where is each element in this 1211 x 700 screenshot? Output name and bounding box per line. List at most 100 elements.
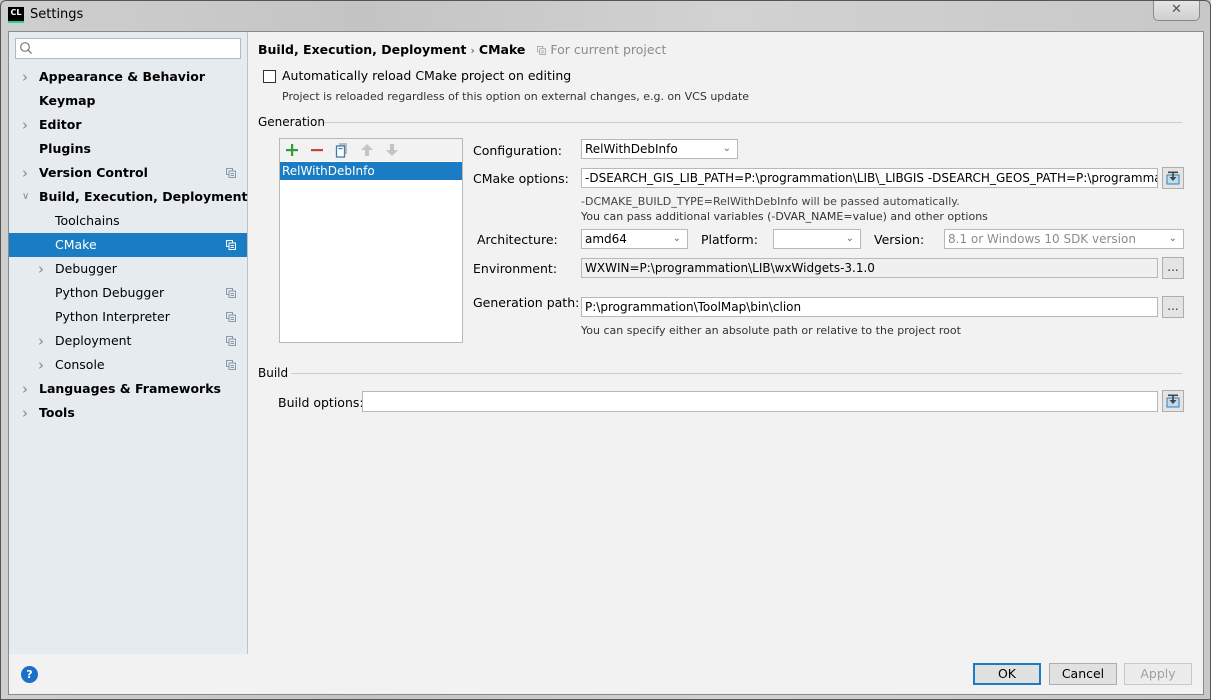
settings-window: CL Settings ✕ › Appearance & Behavior Keym… (0, 0, 1211, 700)
project-scope-note: For current project (537, 42, 666, 57)
platform-dropdown[interactable]: ⌄ (773, 229, 861, 249)
cmake-settings-panel: Build, Execution, Deployment › CMake For c… (248, 32, 1203, 654)
sidebar-item-label: Debugger (55, 261, 117, 276)
sidebar-item-version-control[interactable]: › Version Control (9, 161, 247, 185)
sidebar-item-appearance-behavior[interactable]: › Appearance & Behavior (9, 65, 247, 89)
chevron-right-icon[interactable]: › (22, 377, 32, 401)
architecture-dropdown[interactable]: amd64 ⌄ (581, 229, 688, 249)
chevron-right-icon[interactable]: › (22, 65, 32, 89)
project-scope-icon (537, 46, 547, 55)
cmake-variables-hint: You can pass additional variables (-DVAR… (581, 210, 988, 223)
chevron-down-icon: ⌄ (845, 233, 854, 244)
sidebar-item-label: Python Interpreter (55, 309, 170, 324)
environment-browse-button[interactable]: ... (1162, 257, 1184, 279)
project-scope-icon (226, 288, 236, 298)
breadcrumb-parent: Build, Execution, Deployment (258, 42, 467, 57)
sidebar-item-toolchains[interactable]: Toolchains (9, 209, 247, 233)
project-scope-icon (226, 240, 236, 250)
sidebar-item-tools[interactable]: › Tools (9, 401, 247, 425)
move-up-icon[interactable] (359, 142, 375, 158)
sidebar-item-python-interpreter[interactable]: Python Interpreter (9, 305, 247, 329)
help-icon: ? (26, 668, 33, 681)
help-button[interactable]: ? (21, 666, 38, 683)
auto-reload-checkbox[interactable] (263, 70, 276, 83)
ok-button[interactable]: OK (973, 663, 1041, 685)
sidebar-item-label: Appearance & Behavior (39, 69, 205, 84)
sidebar-item-python-debugger[interactable]: Python Debugger (9, 281, 247, 305)
title-bar[interactable]: CL Settings ✕ (1, 1, 1210, 31)
move-down-icon[interactable] (384, 142, 400, 158)
sidebar-item-label: Tools (39, 405, 75, 420)
chevron-down-icon: ⌄ (722, 143, 731, 154)
generation-path-browse-button[interactable]: ... (1162, 296, 1184, 318)
breadcrumb-separator: › (470, 44, 475, 57)
chevron-right-icon[interactable]: › (22, 113, 32, 137)
breadcrumb-current: CMake (478, 42, 526, 57)
configuration-label: Configuration: (473, 143, 562, 158)
apply-button[interactable]: Apply (1124, 663, 1192, 685)
sidebar-item-languages-frameworks[interactable]: › Languages & Frameworks (9, 377, 247, 401)
generation-divider (324, 122, 1182, 123)
chevron-right-icon[interactable]: › (22, 161, 32, 185)
version-placeholder: 8.1 or Windows 10 SDK version (948, 232, 1136, 246)
expand-build-options-button[interactable] (1162, 390, 1184, 412)
sidebar-item-console[interactable]: › Console (9, 353, 247, 377)
sidebar-item-deployment[interactable]: › Deployment (9, 329, 247, 353)
sidebar-item-label: Deployment (55, 333, 132, 348)
chevron-down-icon[interactable]: ∨ (22, 185, 32, 209)
build-section-title: Build (258, 366, 289, 380)
version-dropdown[interactable]: 8.1 or Windows 10 SDK version ⌄ (944, 229, 1184, 249)
expand-cmake-options-button[interactable] (1162, 167, 1184, 189)
sidebar-item-cmake[interactable]: CMake (9, 233, 247, 257)
sidebar-item-label: Toolchains (55, 213, 120, 228)
copy-icon[interactable] (334, 142, 350, 158)
chevron-right-icon[interactable]: › (38, 329, 48, 353)
settings-search-input[interactable] (15, 38, 241, 59)
build-options-input[interactable] (362, 391, 1158, 412)
expand-field-icon (1166, 171, 1180, 185)
window-title: Settings (30, 7, 84, 22)
generation-path-label: Generation path: (473, 295, 580, 310)
environment-field[interactable]: WXWIN=P:\programmation\LIB\wxWidgets-3.1… (581, 258, 1158, 278)
clion-app-icon: CL (8, 7, 24, 23)
cmake-build-type-hint: -DCMAKE_BUILD_TYPE=RelWithDebInfo will b… (581, 195, 960, 208)
sidebar-item-label: Build, Execution, Deployment (39, 189, 248, 204)
sidebar-item-plugins[interactable]: Plugins (9, 137, 247, 161)
sidebar-item-label: Editor (39, 117, 82, 132)
expand-field-icon (1166, 394, 1180, 408)
generation-section-title: Generation (258, 115, 325, 129)
chevron-right-icon[interactable]: › (38, 353, 48, 377)
sidebar-item-label: CMake (55, 237, 97, 252)
generation-path-hint: You can specify either an absolute path … (581, 324, 961, 337)
cmake-options-input[interactable]: -DSEARCH_GIS_LIB_PATH=P:\programmation\L… (581, 168, 1158, 188)
chevron-down-icon: ⌄ (1168, 233, 1177, 244)
add-icon[interactable] (284, 142, 300, 158)
sidebar-item-label: Python Debugger (55, 285, 165, 300)
search-icon (20, 42, 32, 54)
remove-icon[interactable] (309, 142, 325, 158)
sidebar-item-debugger[interactable]: › Debugger (9, 257, 247, 281)
settings-dialog-body: › Appearance & Behavior Keymap › Editor Plugi… (8, 31, 1204, 695)
cmake-options-label: CMake options: (473, 171, 569, 186)
project-scope-icon (226, 168, 236, 178)
generation-path-input[interactable]: P:\programmation\ToolMap\bin\clion (581, 297, 1158, 317)
close-window-button[interactable]: ✕ (1153, 1, 1200, 21)
auto-reload-label[interactable]: Automatically reload CMake project on ed… (282, 68, 571, 83)
project-scope-icon (226, 360, 236, 370)
architecture-label: Architecture: (477, 232, 558, 247)
sidebar-item-label: Version Control (39, 165, 148, 180)
cmake-profiles-list: RelWithDebInfo (279, 138, 463, 343)
sidebar-item-label: Keymap (39, 93, 96, 108)
chevron-right-icon[interactable]: › (22, 401, 32, 425)
auto-reload-hint: Project is reloaded regardless of this o… (282, 90, 750, 103)
profile-list-item[interactable]: RelWithDebInfo (280, 162, 462, 180)
cancel-button[interactable]: Cancel (1049, 663, 1117, 685)
sidebar-item-keymap[interactable]: Keymap (9, 89, 247, 113)
chevron-right-icon[interactable]: › (38, 257, 48, 281)
chevron-down-icon: ⌄ (672, 233, 681, 244)
sidebar-item-editor[interactable]: › Editor (9, 113, 247, 137)
architecture-value: amd64 (585, 232, 627, 246)
configuration-dropdown[interactable]: RelWithDebInfo ⌄ (581, 139, 738, 159)
sidebar-item-build-execution-deployment[interactable]: ∨ Build, Execution, Deployment (9, 185, 247, 209)
version-label: Version: (874, 232, 925, 247)
